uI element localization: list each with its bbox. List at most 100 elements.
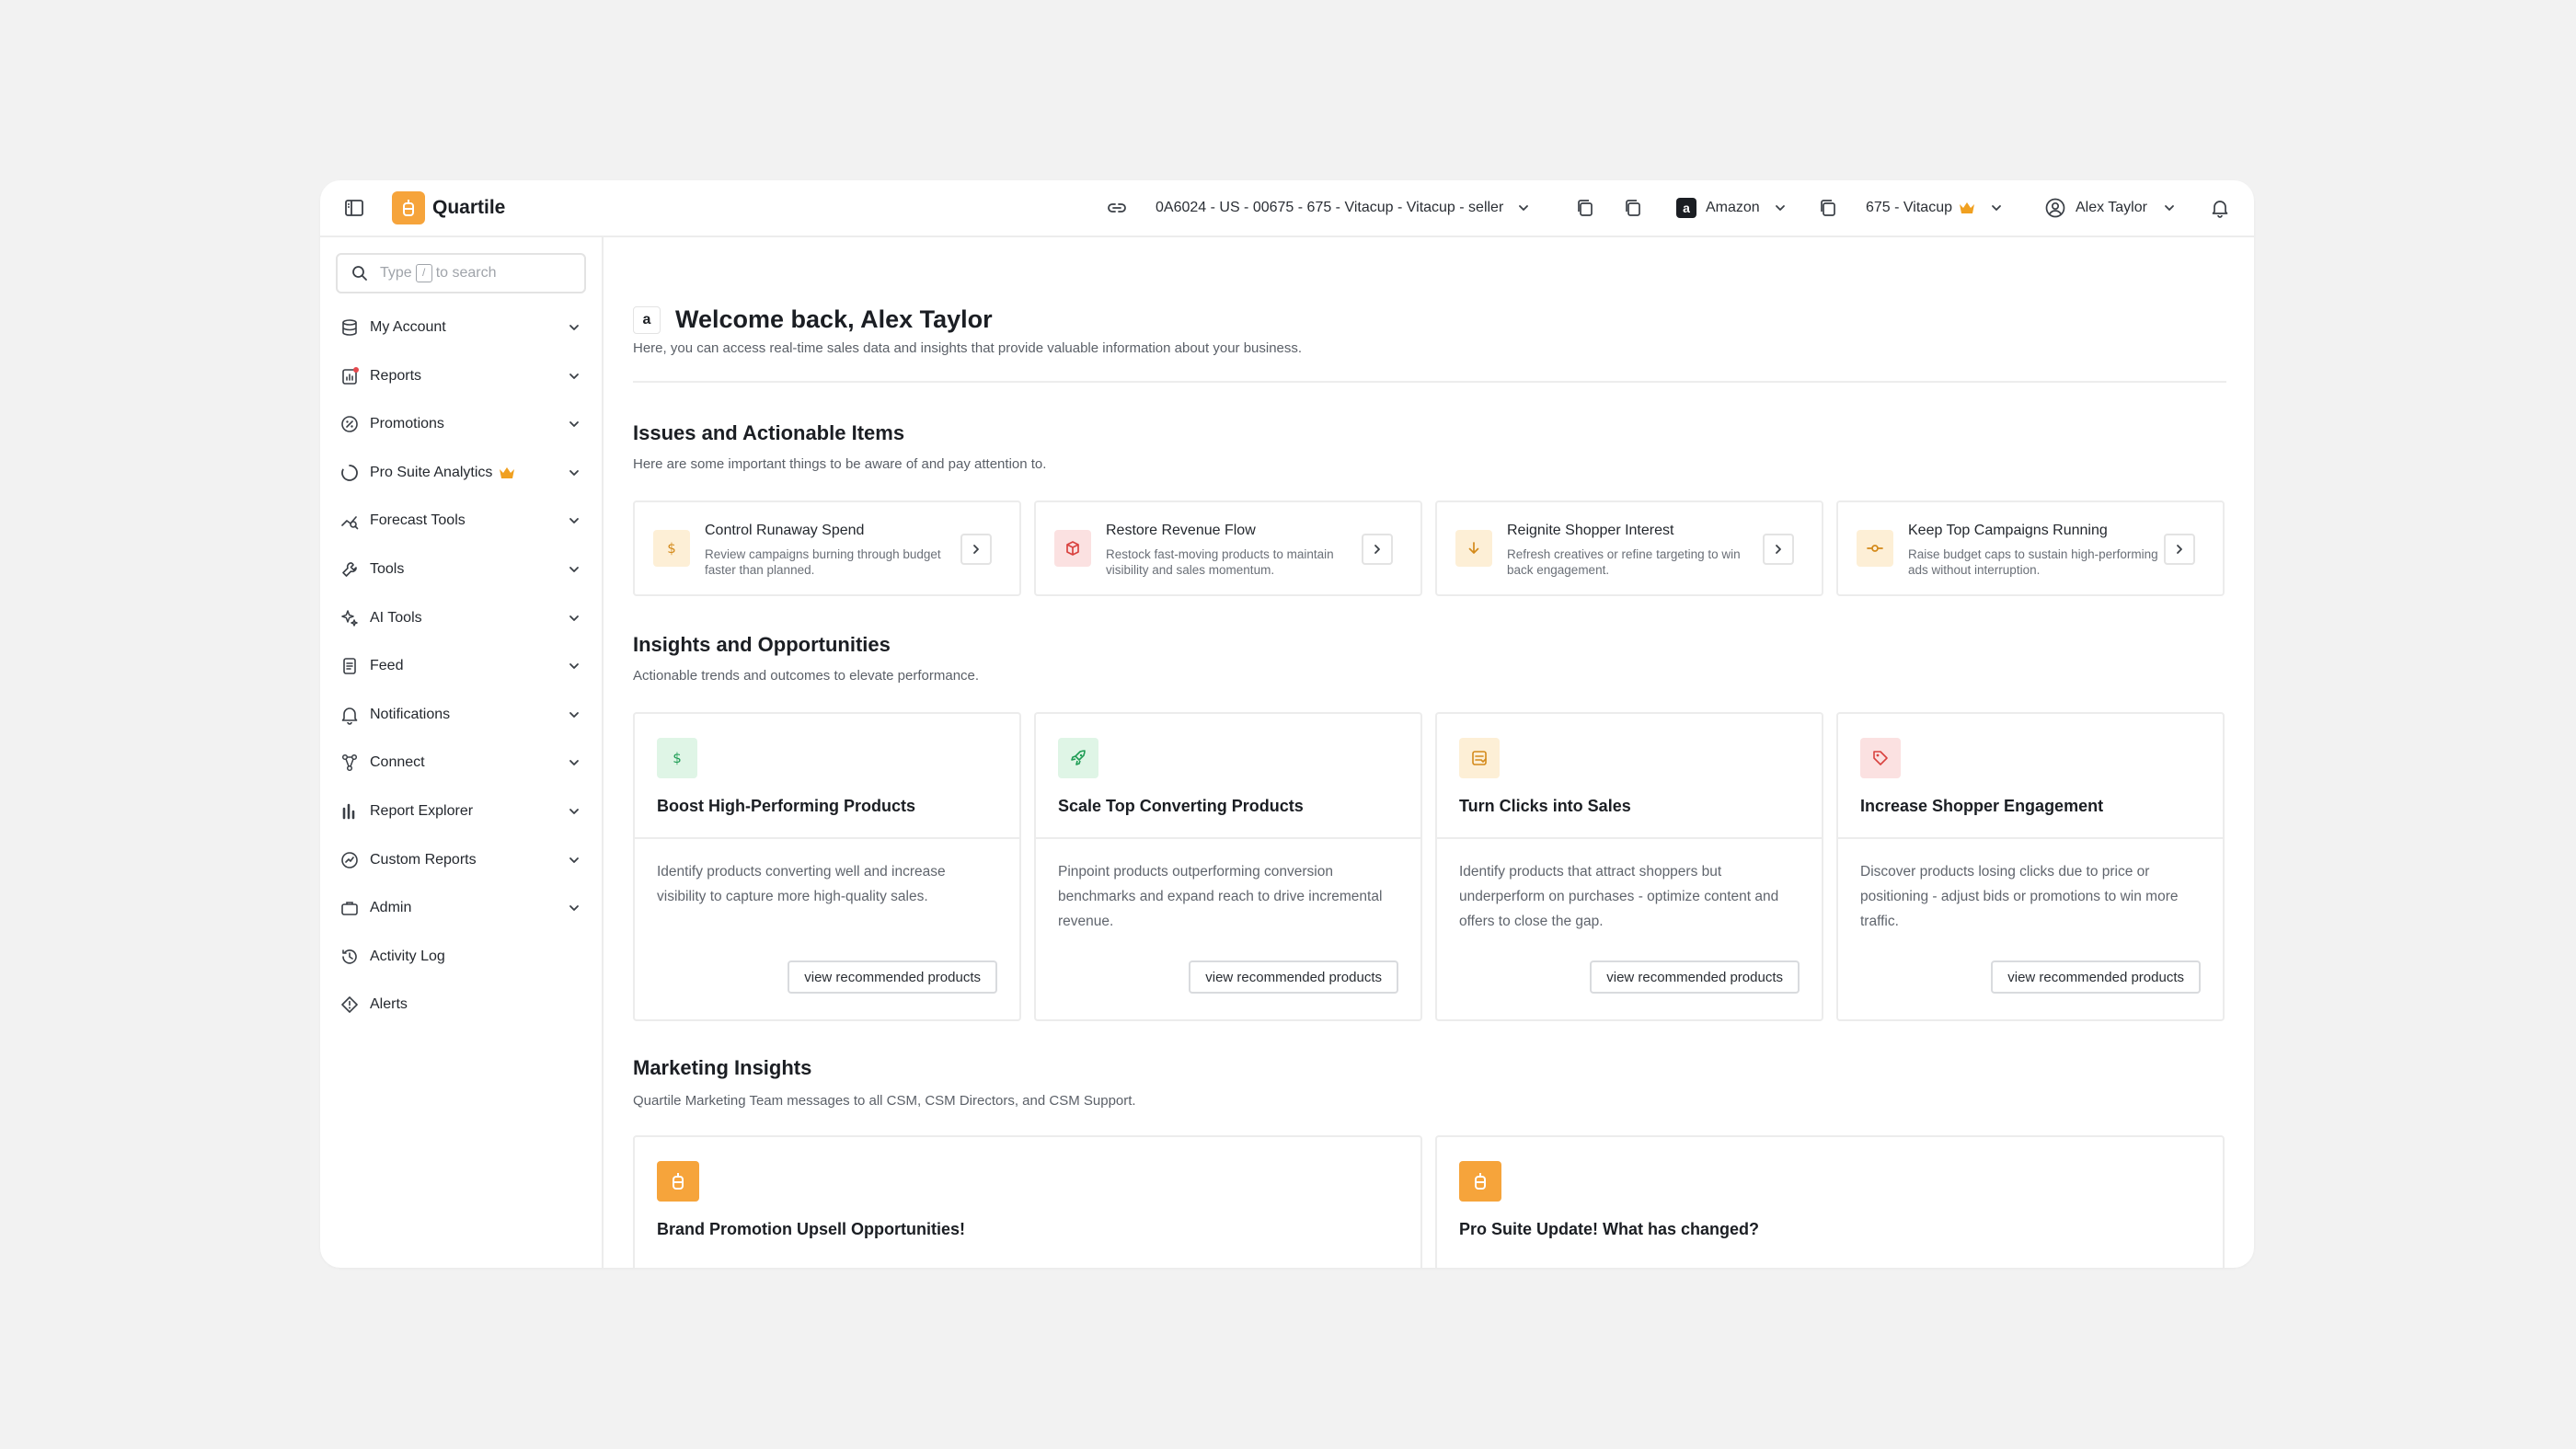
brand-logo[interactable]: Quartile — [392, 180, 505, 236]
view-recommended-products-button[interactable]: view recommended products — [1189, 960, 1398, 994]
svg-text:$: $ — [673, 750, 682, 766]
chevron-down-icon — [567, 804, 581, 819]
issue-card-revenue-flow[interactable]: Restore Revenue Flow Restock fast-moving… — [1034, 500, 1422, 596]
sidebar-item-reports[interactable]: Reports — [339, 358, 585, 395]
sidebar-item-admin[interactable]: Admin — [339, 890, 585, 926]
brand-selector[interactable]: 675 - Vitacup — [1866, 180, 2004, 236]
insight-description: Identify products converting well and in… — [657, 864, 946, 904]
account-selector[interactable]: 0A6024 - US - 00675 - 675 - Vitacup - Vi… — [1156, 180, 1531, 236]
user-menu[interactable]: Alex Taylor — [2044, 180, 2177, 236]
sidebar-item-promotions[interactable]: Promotions — [339, 406, 585, 443]
sidebar-item-forecast-tools[interactable]: Forecast Tools — [339, 502, 585, 539]
sidebar-item-label: Reports — [370, 367, 422, 384]
issue-card-top-campaigns[interactable]: Keep Top Campaigns Running Raise budget … — [1836, 500, 2225, 596]
chevron-down-icon — [567, 707, 581, 722]
dollar-icon: $ — [653, 530, 690, 567]
insight-divider — [1036, 837, 1420, 839]
sidebar-item-notifications[interactable]: Notifications — [339, 696, 585, 733]
sidebar-item-connect[interactable]: Connect — [339, 744, 585, 781]
search-shortcut-key: / — [415, 264, 432, 282]
issues-subtitle: Here are some important things to be awa… — [633, 456, 1047, 472]
sidebar-item-feed[interactable]: Feed — [339, 648, 585, 684]
view-recommended-products-button[interactable]: view recommended products — [1590, 960, 1800, 994]
copy-button-2[interactable] — [1623, 180, 1643, 236]
quartile-logo-icon — [657, 1161, 699, 1202]
insights-title: Insights and Opportunities — [633, 633, 891, 656]
sidebar-item-report-explorer[interactable]: Report Explorer — [339, 793, 585, 830]
chevron-down-icon — [567, 562, 581, 577]
issue-description: Review campaigns burning through budget … — [705, 547, 941, 577]
insight-divider — [635, 837, 1019, 839]
sparkles-icon — [339, 607, 361, 629]
sidebar-item-label: Activity Log — [370, 948, 445, 964]
forecast-icon — [339, 510, 361, 532]
custom-report-icon — [339, 849, 361, 871]
chevron-down-icon — [567, 659, 581, 673]
insight-card-boost: $ Boost High-Performing Products Identif… — [633, 712, 1021, 1021]
sidebar-item-alerts[interactable]: Alerts — [339, 986, 585, 1023]
marketplace-label: Amazon — [1706, 200, 1760, 215]
link-icon-button[interactable] — [1106, 180, 1128, 236]
chevron-down-icon — [567, 417, 581, 431]
sidebar-toggle-button[interactable] — [344, 180, 364, 236]
marketing-card-title: Brand Promotion Upsell Opportunities! — [657, 1220, 966, 1238]
rocket-icon — [1058, 738, 1098, 778]
chevron-down-icon — [567, 369, 581, 384]
bell-icon — [2210, 198, 2230, 218]
insights-subtitle: Actionable trends and outcomes to elevat… — [633, 668, 980, 684]
sidebar-item-label: AI Tools — [370, 609, 422, 626]
tag-icon — [1860, 738, 1901, 778]
sidebar-item-tools[interactable]: Tools — [339, 551, 585, 588]
sidebar-item-label: Forecast Tools — [370, 512, 466, 529]
chevron-down-icon — [1773, 201, 1788, 215]
brand-name: Quartile — [432, 197, 506, 218]
issue-card-shopper-interest[interactable]: Reignite Shopper Interest Refresh creati… — [1435, 500, 1823, 596]
issue-card-runaway-spend[interactable]: $ Control Runaway Spend Review campaigns… — [633, 500, 1021, 596]
quartile-logo-icon — [392, 191, 425, 224]
wrench-icon — [339, 558, 361, 581]
chevron-down-icon — [567, 755, 581, 770]
issue-title: Control Runaway Spend — [705, 523, 865, 538]
sidebar-item-label: My Account — [370, 319, 446, 335]
issue-arrow-button[interactable] — [1763, 534, 1794, 565]
commit-icon — [1857, 530, 1893, 567]
chevron-down-icon — [2162, 201, 2177, 215]
issue-title: Keep Top Campaigns Running — [1908, 523, 2108, 538]
issue-arrow-button[interactable] — [1362, 534, 1393, 565]
sidebar-item-my-account[interactable]: My Account — [339, 309, 585, 346]
sidebar-item-custom-reports[interactable]: Custom Reports — [339, 842, 585, 879]
view-recommended-products-button[interactable]: view recommended products — [1991, 960, 2201, 994]
copy-button-3[interactable] — [1818, 180, 1838, 236]
sidebar-item-ai-tools[interactable]: AI Tools — [339, 600, 585, 637]
sidebar-item-label: Promotions — [370, 416, 444, 432]
quartile-logo-icon — [1459, 1161, 1501, 1202]
insight-divider — [1437, 837, 1822, 839]
issue-arrow-button[interactable] — [960, 534, 992, 565]
sidebar-item-label: Notifications — [370, 706, 451, 722]
issue-arrow-button[interactable] — [2164, 534, 2195, 565]
receipt-icon — [1459, 738, 1500, 778]
sidebar-item-pro-suite-analytics[interactable]: Pro Suite Analytics — [339, 454, 585, 491]
sidebar: Type / to search My Account Reports Promot… — [320, 237, 604, 1268]
page-title: Welcome back, Alex Taylor — [675, 305, 993, 333]
marketplace-selector[interactable]: a Amazon — [1676, 180, 1788, 236]
view-recommended-products-button[interactable]: view recommended products — [788, 960, 997, 994]
marketing-card-brand-promotion[interactable]: Brand Promotion Upsell Opportunities! — [633, 1135, 1422, 1268]
marketing-card-pro-suite-update[interactable]: Pro Suite Update! What has changed? — [1435, 1135, 2225, 1268]
copy-button-1[interactable] — [1575, 180, 1595, 236]
notifications-button[interactable] — [2210, 180, 2230, 236]
welcome-header: a Welcome back, Alex Taylor — [633, 305, 993, 334]
search-placeholder-suffix: to search — [435, 265, 497, 281]
copy-icon — [1575, 198, 1595, 218]
account-string: 0A6024 - US - 00675 - 675 - Vitacup - Vi… — [1156, 200, 1504, 215]
issue-description: Refresh creatives or refine targeting to… — [1507, 547, 1741, 577]
copy-icon — [1818, 198, 1838, 218]
link-icon — [1106, 197, 1128, 219]
search-icon — [351, 264, 369, 282]
bar-chart-icon — [339, 800, 361, 822]
search-placeholder-prefix: Type — [380, 265, 412, 281]
sidebar-item-label: Feed — [370, 658, 404, 674]
sidebar-item-activity-log[interactable]: Activity Log — [339, 938, 585, 975]
search-input[interactable]: Type / to search — [336, 253, 586, 293]
insight-title: Boost High-Performing Products — [657, 797, 916, 815]
